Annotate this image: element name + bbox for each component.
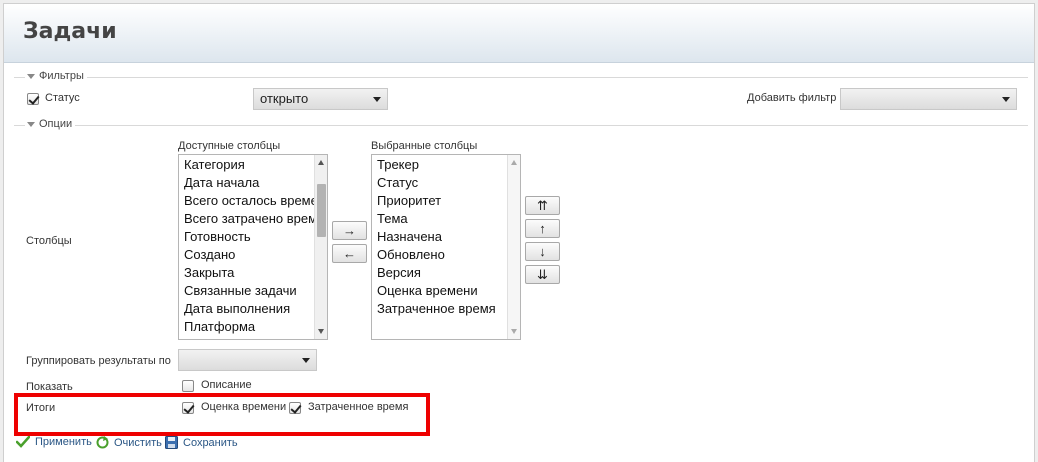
- available-column-option[interactable]: Создано: [179, 246, 327, 264]
- scroll-up-arrow-icon[interactable]: [318, 160, 324, 165]
- selected-column-option[interactable]: Затраченное время: [372, 300, 520, 318]
- available-column-option[interactable]: Связанные задачи: [179, 282, 327, 300]
- status-operator-value: открыто: [260, 91, 309, 106]
- move-top-button[interactable]: ⇈: [525, 196, 560, 215]
- selected-column-option[interactable]: Трекер: [372, 156, 520, 174]
- move-bottom-button[interactable]: ⇊: [525, 265, 560, 284]
- group-by-select[interactable]: [178, 349, 317, 371]
- show-description-label: Описание: [201, 379, 252, 391]
- selected-columns-list[interactable]: Трекер Статус Приоритет Тема Назначена О…: [371, 154, 521, 340]
- columns-label: Столбцы: [26, 235, 72, 247]
- remove-column-button[interactable]: ←: [332, 244, 367, 263]
- filters-divider: [14, 77, 1028, 78]
- show-description-checkbox[interactable]: [182, 380, 194, 392]
- add-column-button[interactable]: →: [332, 221, 367, 240]
- scroll-up-arrow-icon[interactable]: [511, 160, 517, 165]
- scroll-down-arrow-icon[interactable]: [511, 329, 517, 334]
- apply-link[interactable]: Применить: [16, 436, 92, 448]
- collapse-triangle-icon: [27, 121, 35, 127]
- add-filter-label: Добавить фильтр: [747, 92, 837, 104]
- available-column-option[interactable]: Всего осталось времени: [179, 192, 327, 210]
- group-by-label: Группировать результаты по: [26, 355, 171, 367]
- selected-column-option[interactable]: Тема: [372, 210, 520, 228]
- move-down-button[interactable]: ↓: [525, 242, 560, 261]
- options-legend[interactable]: Опции: [25, 118, 76, 130]
- scroll-down-arrow-icon[interactable]: [318, 329, 324, 334]
- filters-legend-label: Фильтры: [39, 70, 84, 82]
- selected-column-option[interactable]: Приоритет: [372, 192, 520, 210]
- selected-column-option[interactable]: Оценка времени: [372, 282, 520, 300]
- selected-column-option[interactable]: Статус: [372, 174, 520, 192]
- selected-columns-label: Выбранные столбцы: [371, 140, 478, 152]
- move-up-button[interactable]: ↑: [525, 219, 560, 238]
- available-column-option[interactable]: Дата выполнения: [179, 300, 327, 318]
- options-legend-label: Опции: [39, 118, 73, 130]
- clear-link[interactable]: Очистить: [96, 436, 162, 449]
- selected-column-option[interactable]: Версия: [372, 264, 520, 282]
- status-filter-checkbox[interactable]: [27, 93, 39, 105]
- clear-label: Очистить: [114, 436, 162, 449]
- collapse-triangle-icon: [27, 73, 35, 79]
- selected-column-option[interactable]: Назначена: [372, 228, 520, 246]
- scrollbar-thumb[interactable]: [317, 184, 326, 237]
- dropdown-arrow-icon: [302, 358, 310, 363]
- available-column-option[interactable]: Закрыта: [179, 264, 327, 282]
- show-label: Показать: [26, 381, 73, 393]
- page-title: Задачи: [23, 19, 117, 44]
- options-divider: [14, 125, 1028, 126]
- dropdown-arrow-icon: [1002, 97, 1010, 102]
- save-disk-icon: [165, 436, 178, 449]
- available-columns-scrollbar[interactable]: [314, 155, 327, 339]
- available-column-option[interactable]: Категория: [179, 156, 327, 174]
- add-filter-select[interactable]: [840, 88, 1017, 110]
- selected-columns-scrollbar[interactable]: [507, 155, 520, 339]
- dropdown-arrow-icon: [373, 97, 381, 102]
- available-columns-label: Доступные столбцы: [178, 140, 281, 152]
- available-column-option[interactable]: Дата начала: [179, 174, 327, 192]
- available-column-option[interactable]: Платформа: [179, 318, 327, 336]
- available-columns-list[interactable]: Категория Дата начала Всего осталось вре…: [178, 154, 328, 340]
- available-column-option[interactable]: Готовность: [179, 228, 327, 246]
- status-filter-label: Статус: [45, 92, 80, 104]
- save-label: Сохранить: [183, 436, 238, 449]
- save-link[interactable]: Сохранить: [165, 436, 238, 449]
- selected-column-option[interactable]: Обновлено: [372, 246, 520, 264]
- available-column-option[interactable]: Всего затрачено времени: [179, 210, 327, 228]
- highlight-box: [14, 393, 430, 436]
- issues-page: Задачи Фильтры Статус открыто Добавить ф…: [3, 3, 1035, 462]
- check-icon: [16, 436, 30, 448]
- apply-label: Применить: [35, 436, 92, 448]
- page-header: Задачи: [4, 4, 1034, 63]
- status-operator-select[interactable]: открыто: [253, 88, 388, 110]
- reload-icon: [96, 436, 109, 449]
- filters-legend[interactable]: Фильтры: [25, 70, 87, 82]
